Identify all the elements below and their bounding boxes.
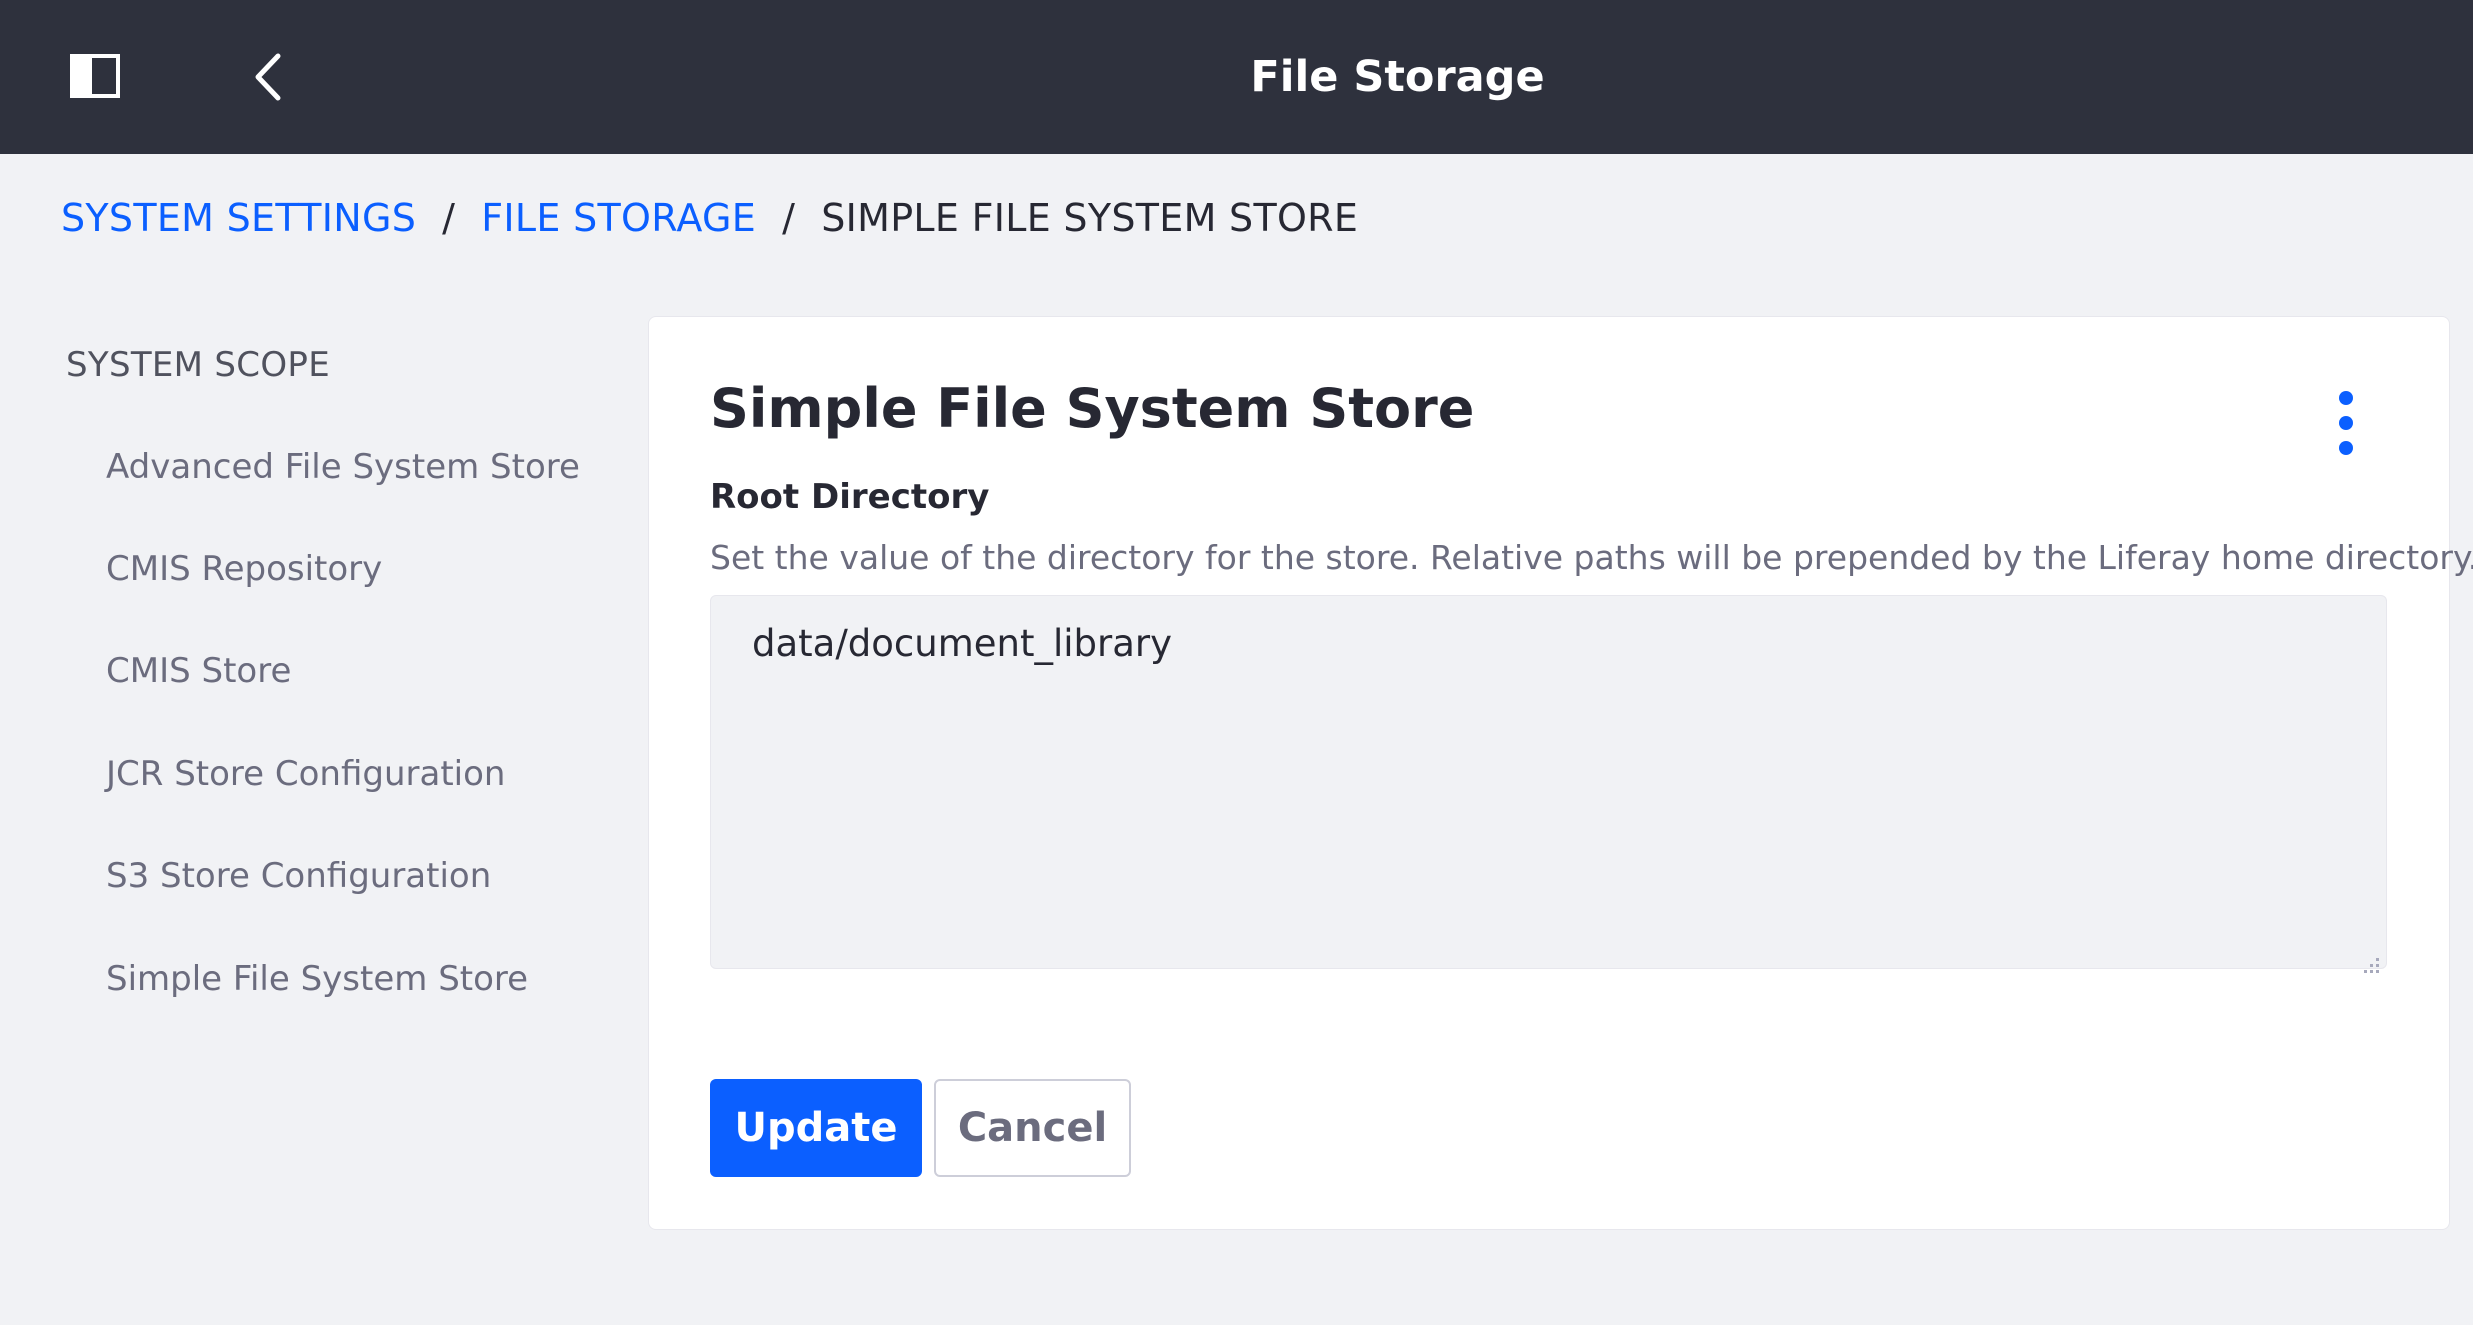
top-header-bar: File Storage — [0, 0, 2473, 154]
root-directory-textarea[interactable]: data/document_library — [710, 595, 2387, 973]
sidebar-scope-title: SYSTEM SCOPE — [66, 345, 330, 385]
sidebar-item-jcr-store-configuration[interactable]: JCR Store Configuration — [106, 754, 505, 794]
root-directory-help-text: Set the value of the directory for the s… — [710, 538, 2473, 577]
page-title: File Storage — [1250, 52, 1545, 102]
card-title: Simple File System Store — [710, 377, 1475, 440]
sidebar-item-cmis-repository[interactable]: CMIS Repository — [106, 549, 382, 589]
breadcrumb-system-settings[interactable]: SYSTEM SETTINGS — [61, 196, 416, 240]
sidebar-item-simple-file-system-store[interactable]: Simple File System Store — [106, 959, 528, 999]
sidebar-item-advanced-file-system-store[interactable]: Advanced File System Store — [106, 447, 580, 487]
update-button[interactable]: Update — [710, 1079, 922, 1177]
resize-handle-icon[interactable] — [2360, 942, 2382, 973]
configuration-card: Simple File System Store Root Directory … — [648, 316, 2473, 1230]
breadcrumb-separator: / — [782, 196, 796, 240]
ellipsis-vertical-icon[interactable] — [2331, 389, 2361, 457]
root-directory-label: Root Directory — [710, 477, 990, 517]
breadcrumb-separator: / — [442, 196, 456, 240]
sidebar-item-s3-store-configuration[interactable]: S3 Store Configuration — [106, 856, 491, 896]
root-directory-value: data/document_library — [752, 622, 1173, 665]
sidebar-item-cmis-store[interactable]: CMIS Store — [106, 651, 291, 691]
cancel-button[interactable]: Cancel — [934, 1079, 1131, 1177]
breadcrumb-current: SIMPLE FILE SYSTEM STORE — [821, 196, 1359, 240]
breadcrumb: SYSTEM SETTINGS / FILE STORAGE / SIMPLE … — [61, 188, 1358, 248]
breadcrumb-file-storage[interactable]: FILE STORAGE — [481, 196, 756, 240]
